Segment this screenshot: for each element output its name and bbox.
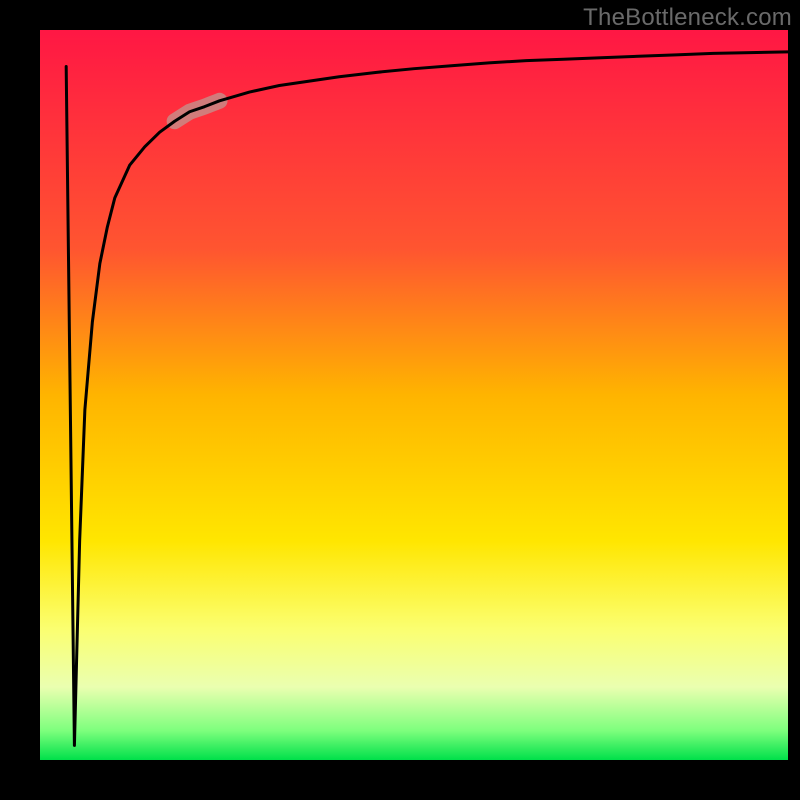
watermark: TheBottleneck.com [583,4,792,32]
chart-svg [0,0,800,800]
bottleneck-chart: TheBottleneck.com [0,0,800,800]
